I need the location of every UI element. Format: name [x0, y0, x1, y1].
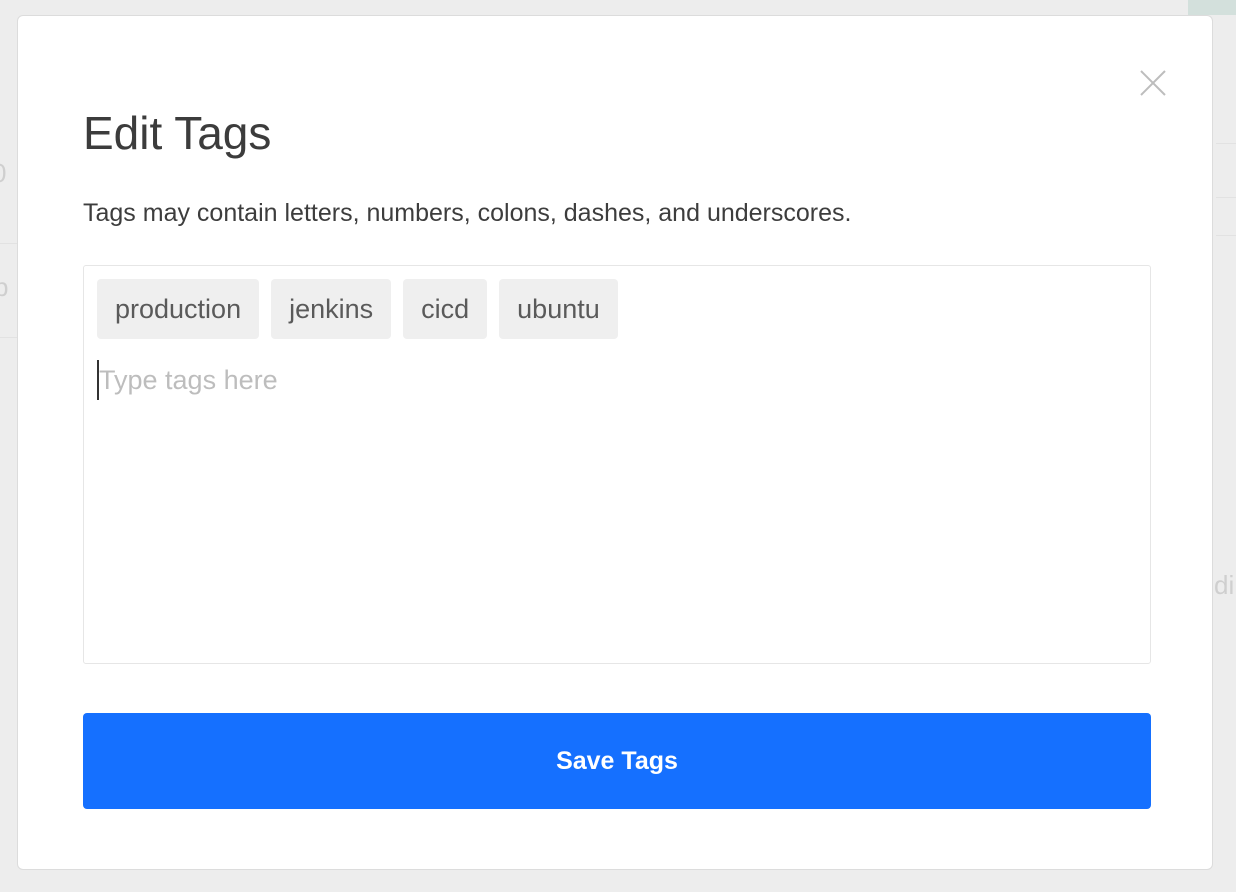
background-header-bar — [1188, 0, 1236, 15]
background-divider — [1216, 197, 1236, 198]
background-divider — [0, 243, 17, 244]
modal-description: Tags may contain letters, numbers, colon… — [83, 199, 852, 227]
tag-chip[interactable]: cicd — [403, 279, 488, 339]
background-text-fragment: 0 — [0, 158, 6, 189]
background-text-fragment: di — [1214, 570, 1235, 600]
save-tags-button[interactable]: Save Tags — [83, 713, 1151, 809]
background-divider — [1216, 143, 1236, 144]
tag-list: production jenkins cicd ubuntu — [97, 279, 618, 339]
tag-chip[interactable]: ubuntu — [499, 279, 618, 339]
tags-field[interactable]: production jenkins cicd ubuntu — [83, 265, 1151, 664]
edit-tags-modal: Edit Tags Tags may contain letters, numb… — [17, 15, 1213, 870]
close-button[interactable] — [1138, 68, 1168, 98]
modal-title: Edit Tags — [83, 107, 272, 159]
background-text-fragment: p — [0, 272, 9, 302]
tag-chip[interactable]: production — [97, 279, 260, 339]
close-icon — [1140, 70, 1166, 96]
background-divider — [0, 337, 17, 338]
tag-input[interactable] — [97, 360, 1099, 400]
background-divider — [1216, 235, 1236, 236]
tag-chip[interactable]: jenkins — [271, 279, 392, 339]
